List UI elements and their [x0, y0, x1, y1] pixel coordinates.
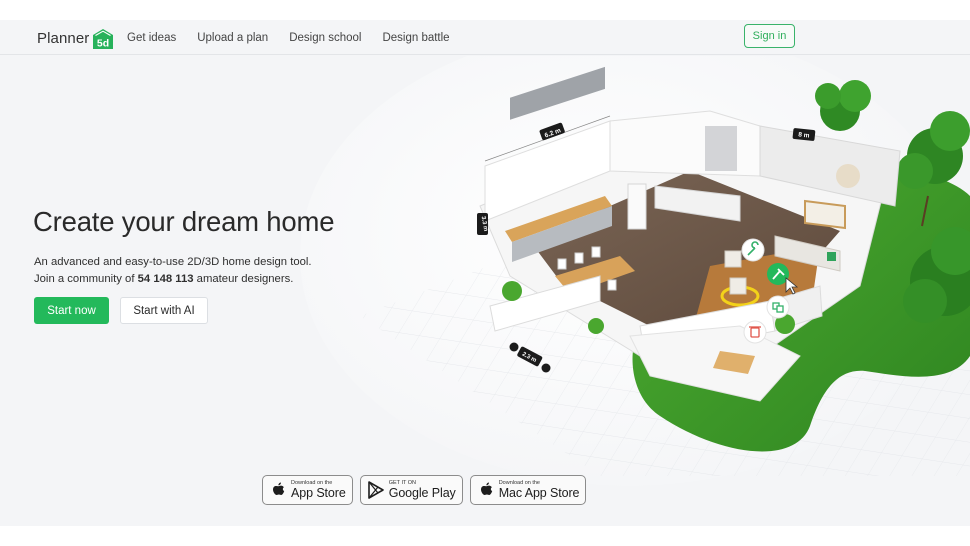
armchair — [729, 277, 747, 295]
logo-badge-text: 5d — [97, 37, 109, 49]
armchair — [724, 250, 742, 268]
hero-description-line-2: Join a community of 54 148 113 amateur d… — [34, 271, 312, 288]
app-store-badge[interactable]: Download on the App Store — [262, 475, 353, 505]
community-prefix: Join a community of — [34, 272, 138, 285]
apple-icon — [478, 481, 494, 499]
logo-text: Planner — [37, 29, 90, 47]
bed — [804, 199, 846, 230]
landing-page: Planner 5d Get ideas Upload a plan Desig… — [0, 20, 970, 526]
store-badges: Download on the App Store GET IT ON Goog… — [262, 475, 593, 505]
wrench-icon[interactable] — [741, 238, 765, 262]
google-play-name: Google Play — [388, 486, 456, 500]
planner-5d-logo[interactable]: Planner 5d — [37, 24, 114, 52]
google-play-text: GET IT ON Google Play — [388, 480, 456, 500]
nav-link-get-ideas[interactable]: Get ideas — [127, 32, 176, 44]
nav-link-design-school[interactable]: Design school — [289, 32, 361, 44]
google-play-icon — [367, 481, 384, 499]
sign-in-button[interactable]: Sign in — [744, 24, 795, 48]
hero-description-line-1: An advanced and easy-to-use 2D/3D home d… — [34, 256, 312, 268]
start-with-ai-button[interactable]: Start with AI — [120, 297, 208, 324]
svg-text:8 m: 8 m — [798, 131, 810, 139]
start-now-button[interactable]: Start now — [34, 297, 109, 324]
sofa-cushion — [827, 252, 836, 261]
hero-description: An advanced and easy-to-use 2D/3D home d… — [34, 254, 312, 287]
dimension-label-left: 3.3 m — [477, 213, 488, 235]
top-navigation: Planner 5d Get ideas Upload a plan Desig… — [0, 20, 970, 55]
app-store-name: App Store — [291, 486, 346, 500]
nav-links: Get ideas Upload a plan Design school De… — [127, 20, 471, 55]
mac-app-store-text: Download on the Mac App Store — [498, 480, 580, 500]
mac-app-store-badge[interactable]: Download on the Mac App Store — [469, 475, 587, 505]
plant — [588, 318, 604, 334]
community-count: 54 148 113 — [137, 272, 194, 285]
trash-icon[interactable] — [743, 320, 767, 344]
nav-link-design-battle[interactable]: Design battle — [382, 32, 449, 44]
shower — [705, 126, 737, 171]
hero-title: Create your dream home — [33, 206, 335, 237]
wall-decor — [836, 164, 860, 188]
copy-icon[interactable] — [766, 295, 790, 319]
back-wall-middle — [609, 110, 761, 177]
nav-link-upload-plan[interactable]: Upload a plan — [197, 32, 268, 44]
community-suffix: amateur designers. — [193, 272, 294, 285]
apple-icon — [270, 481, 286, 499]
plant — [502, 281, 522, 301]
3d-floor-plan-illustration: 6.2 m 3.3 m 8 m 2.3 m — [300, 56, 970, 486]
logo-house-icon: 5d — [92, 28, 114, 49]
mac-app-store-name: Mac App Store — [498, 486, 580, 500]
google-play-badge[interactable]: GET IT ON Google Play — [359, 475, 463, 505]
fridge — [627, 183, 647, 230]
dimension-label-top-right: 8 m — [792, 128, 816, 141]
app-store-text: Download on the App Store — [291, 480, 346, 500]
